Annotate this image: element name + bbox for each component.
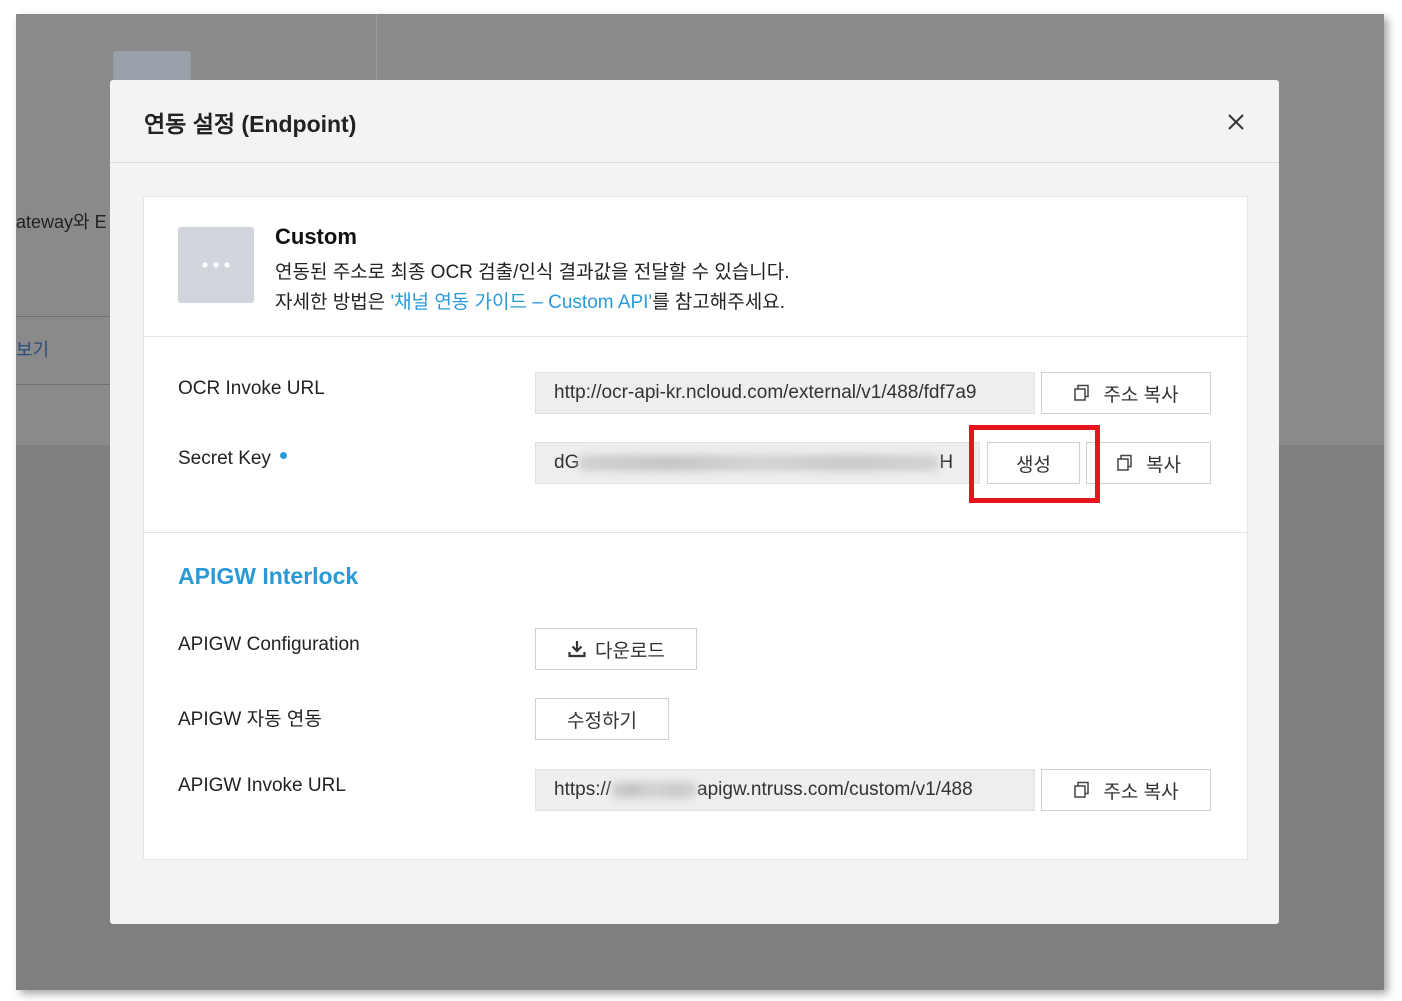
download-icon xyxy=(567,639,587,659)
background-link: 보기 xyxy=(16,340,50,360)
background-text: ateway와 E xyxy=(16,212,107,232)
custom-guide-text: 자세한 방법은 '채널 연동 가이드 – Custom API'를 참고해주세요… xyxy=(275,287,785,314)
apigw-config-label: APIGW Configuration xyxy=(178,634,360,655)
close-icon xyxy=(1228,114,1244,130)
modal-header: 연동 설정 (Endpoint) xyxy=(110,80,1279,163)
apigw-url-suffix: apigw.ntruss.com/custom/v1/488 xyxy=(697,779,973,800)
secret-key-field[interactable]: dG H xyxy=(535,442,980,484)
secret-key-end: H xyxy=(939,452,954,473)
background-divider xyxy=(16,316,116,317)
secret-key-blurred xyxy=(579,454,940,471)
close-button[interactable] xyxy=(1222,108,1250,136)
copy-icon xyxy=(1073,384,1091,402)
apigw-invoke-url-field[interactable]: https:// apigw.ntruss.com/custom/v1/488 xyxy=(535,769,1035,811)
ocr-invoke-url-field[interactable]: http://ocr-api-kr.ncloud.com/external/v1… xyxy=(535,372,1035,414)
apigw-url-prefix: https:// xyxy=(554,779,612,800)
endpoint-settings-modal: 연동 설정 (Endpoint) Custom 연동된 주소로 최종 OCR 검… xyxy=(110,80,1279,924)
copy-ocr-url-button[interactable]: 주소 복사 xyxy=(1041,372,1211,414)
edit-button[interactable]: 수정하기 xyxy=(535,698,669,740)
custom-title: Custom xyxy=(275,224,357,249)
copy-icon xyxy=(1073,781,1091,799)
copy-icon xyxy=(1116,454,1134,472)
secret-key-label: Secret Key xyxy=(178,448,287,470)
apigw-section-title: APIGW Interlock xyxy=(178,563,359,589)
copy-ocr-url-label: 주소 복사 xyxy=(1103,384,1179,406)
custom-icon xyxy=(178,227,254,303)
copy-apigw-url-label: 주소 복사 xyxy=(1103,781,1179,803)
generate-label: 생성 xyxy=(1016,454,1051,476)
modal-title: 연동 설정 (Endpoint) xyxy=(144,111,357,137)
download-label: 다운로드 xyxy=(595,640,665,662)
apigw-invoke-url-label: APIGW Invoke URL xyxy=(178,775,346,796)
ocr-invoke-url-label: OCR Invoke URL xyxy=(178,378,325,399)
download-button[interactable]: 다운로드 xyxy=(535,628,697,670)
edit-label: 수정하기 xyxy=(567,710,637,732)
secret-key-label-text: Secret Key xyxy=(178,448,271,469)
custom-description: 연동된 주소로 최종 OCR 검출/인식 결과값을 전달할 수 있습니다. xyxy=(275,262,790,283)
apigw-url-blurred xyxy=(611,781,698,798)
section-divider xyxy=(144,336,1247,337)
settings-card: Custom 연동된 주소로 최종 OCR 검출/인식 결과값을 전달할 수 있… xyxy=(143,196,1248,860)
section-divider xyxy=(144,532,1247,533)
guide-link[interactable]: '채널 연동 가이드 – Custom API' xyxy=(390,292,652,313)
more-dots-icon xyxy=(202,262,230,268)
copy-apigw-url-button[interactable]: 주소 복사 xyxy=(1041,769,1211,811)
guide-prefix: 자세한 방법은 xyxy=(275,292,391,313)
copy-secret-key-button[interactable]: 복사 xyxy=(1086,442,1211,484)
guide-suffix: 를 참고해주세요. xyxy=(652,292,785,313)
copy-secret-key-label: 복사 xyxy=(1146,454,1181,476)
apigw-auto-label: APIGW 자동 연동 xyxy=(178,709,322,730)
required-dot-icon xyxy=(279,452,287,459)
secret-key-start: dG xyxy=(554,452,580,473)
generate-secret-key-button[interactable]: 생성 xyxy=(987,442,1080,484)
background-divider xyxy=(16,384,116,385)
